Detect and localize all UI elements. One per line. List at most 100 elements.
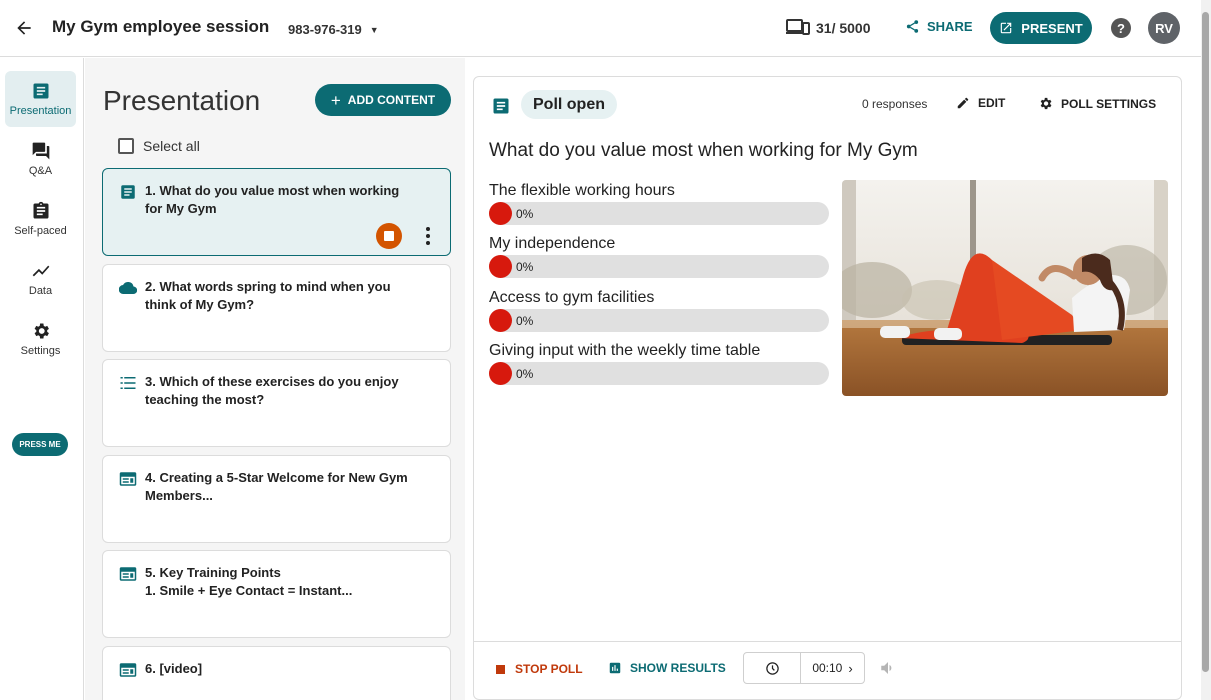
option-percent: 0% bbox=[516, 260, 534, 274]
cloud-icon bbox=[119, 282, 137, 295]
nav-item-qa[interactable]: Q&A bbox=[5, 131, 76, 187]
poll-settings-label: POLL SETTINGS bbox=[1061, 96, 1157, 111]
present-label: PRESENT bbox=[1021, 20, 1083, 36]
option-bar-fill bbox=[489, 309, 512, 332]
help-icon[interactable]: ? bbox=[1111, 18, 1131, 38]
poll-option-2: My independence 0% bbox=[489, 235, 829, 278]
card-title: 2. What words spring to mind when you th… bbox=[145, 279, 391, 312]
poll-option-3: Access to gym facilities 0% bbox=[489, 289, 829, 332]
slide-icon bbox=[119, 663, 137, 677]
stop-poll-icon[interactable] bbox=[376, 223, 402, 249]
option-bar: 0% bbox=[489, 255, 829, 278]
poll-question: What do you value most when working for … bbox=[489, 140, 918, 161]
stop-poll-button[interactable]: STOP POLL bbox=[496, 662, 583, 676]
top-header: My Gym employee session 983-976-319 ▼ 31… bbox=[0, 0, 1211, 57]
content-card-4[interactable]: 4. Creating a 5-Star Welcome for New Gym… bbox=[102, 455, 451, 543]
option-label: The flexible working hours bbox=[489, 182, 675, 199]
devices-counter: 31/ 5000 bbox=[786, 18, 871, 38]
option-percent: 0% bbox=[516, 367, 534, 381]
more-options-icon[interactable] bbox=[418, 225, 438, 247]
poll-preview-panel: Poll open 0 responses EDIT POLL SETTINGS… bbox=[473, 76, 1182, 700]
gear-icon bbox=[1040, 97, 1052, 110]
option-label: Giving input with the weekly time table bbox=[489, 342, 761, 359]
option-label: My independence bbox=[489, 235, 616, 252]
chevron-right-icon: › bbox=[848, 660, 853, 676]
timer-value: 00:10 bbox=[812, 661, 843, 675]
option-percent: 0% bbox=[516, 314, 534, 328]
content-card-3[interactable]: 3. Which of these exercises do you enjoy… bbox=[102, 359, 451, 447]
option-bar-fill bbox=[489, 202, 512, 225]
show-results-label: SHOW RESULTS bbox=[630, 661, 726, 675]
nav-item-data[interactable]: Data bbox=[5, 251, 76, 307]
pencil-icon bbox=[957, 97, 969, 109]
chart-line-icon bbox=[32, 265, 49, 277]
bar-chart-icon bbox=[609, 662, 621, 674]
nav-label: Self-paced bbox=[14, 225, 67, 237]
select-all-label: Select all bbox=[143, 138, 200, 154]
slide-icon bbox=[119, 472, 137, 486]
nav-label: Settings bbox=[20, 345, 61, 357]
timer-value-button[interactable]: 00:10 › bbox=[801, 653, 864, 683]
nav-item-self-paced[interactable]: Self-paced bbox=[5, 191, 76, 247]
show-results-button[interactable]: SHOW RESULTS bbox=[608, 661, 726, 675]
edit-button[interactable]: EDIT bbox=[956, 96, 1005, 110]
poll-icon bbox=[493, 98, 509, 114]
poll-icon bbox=[121, 185, 135, 199]
volume-icon[interactable] bbox=[879, 659, 897, 677]
card-title: 3. Which of these exercises do you enjoy… bbox=[145, 374, 399, 407]
caret-down-icon: ▼ bbox=[369, 24, 379, 35]
gear-icon bbox=[34, 323, 49, 339]
poll-image bbox=[842, 180, 1168, 396]
select-all-checkbox[interactable]: Select all bbox=[118, 138, 200, 154]
panel-title: Presentation bbox=[103, 85, 261, 116]
session-code-text: 983-976-319 bbox=[288, 22, 362, 37]
timer-control[interactable]: 00:10 › bbox=[743, 652, 865, 684]
nav-item-presentation[interactable]: Presentation bbox=[5, 71, 76, 127]
option-label: Access to gym facilities bbox=[489, 289, 655, 306]
checkbox-icon[interactable] bbox=[118, 138, 134, 154]
stop-poll-label: STOP POLL bbox=[515, 662, 583, 676]
option-bar: 0% bbox=[489, 309, 829, 332]
content-card-1[interactable]: 1. What do you value most when working f… bbox=[102, 168, 451, 256]
content-card-2[interactable]: 2. What words spring to mind when you th… bbox=[102, 264, 451, 352]
card-title: 6. [video] bbox=[145, 661, 203, 676]
option-percent: 0% bbox=[516, 207, 534, 221]
option-bar: 0% bbox=[489, 202, 829, 225]
avatar[interactable]: RV bbox=[1148, 12, 1180, 44]
card-title: 5. Key Training Points 1. Smile + Eye Co… bbox=[145, 565, 353, 598]
nav-label: Q&A bbox=[28, 165, 53, 177]
plus-icon: + bbox=[330, 90, 341, 110]
option-bar-fill bbox=[489, 362, 512, 385]
option-bar: 0% bbox=[489, 362, 829, 385]
share-icon bbox=[906, 20, 919, 33]
devices-count-text: 31/ 5000 bbox=[816, 20, 871, 36]
share-label: SHARE bbox=[927, 19, 973, 34]
presentation-icon bbox=[33, 83, 48, 99]
session-code-dropdown[interactable]: 983-976-319 ▼ bbox=[288, 22, 379, 37]
content-list-panel: Presentation + ADD CONTENT Select all 1.… bbox=[85, 58, 465, 700]
poll-control-bar: STOP POLL SHOW RESULTS 00:10 › bbox=[474, 641, 1181, 700]
clipboard-icon bbox=[33, 201, 48, 219]
page-scrollbar[interactable] bbox=[1201, 0, 1211, 700]
stop-square-icon bbox=[496, 664, 505, 674]
back-arrow-icon[interactable] bbox=[12, 16, 36, 40]
workout-photo bbox=[842, 180, 1168, 396]
session-title: My Gym employee session bbox=[52, 17, 270, 36]
devices-icon bbox=[786, 19, 810, 35]
responses-count: 0 responses bbox=[862, 97, 928, 111]
add-content-button[interactable]: + ADD CONTENT bbox=[315, 84, 451, 116]
content-card-5[interactable]: 5. Key Training Points 1. Smile + Eye Co… bbox=[102, 550, 451, 638]
poll-option-4: Giving input with the weekly time table … bbox=[489, 342, 829, 385]
content-card-6[interactable]: 6. [video] bbox=[102, 646, 451, 700]
press-me-button[interactable]: PRESS ME bbox=[12, 433, 68, 456]
nav-item-settings[interactable]: Settings bbox=[5, 311, 76, 367]
timer-toggle[interactable] bbox=[744, 653, 801, 683]
clock-icon bbox=[765, 661, 779, 675]
poll-settings-button[interactable]: POLL SETTINGS bbox=[1038, 96, 1156, 111]
card-title: 1. What do you value most when working f… bbox=[145, 183, 400, 216]
scrollbar-thumb[interactable] bbox=[1202, 12, 1209, 672]
present-button[interactable]: PRESENT bbox=[990, 12, 1092, 44]
nav-label: Presentation bbox=[9, 105, 72, 117]
edit-label: EDIT bbox=[978, 96, 1006, 110]
share-button[interactable]: SHARE bbox=[905, 19, 973, 34]
